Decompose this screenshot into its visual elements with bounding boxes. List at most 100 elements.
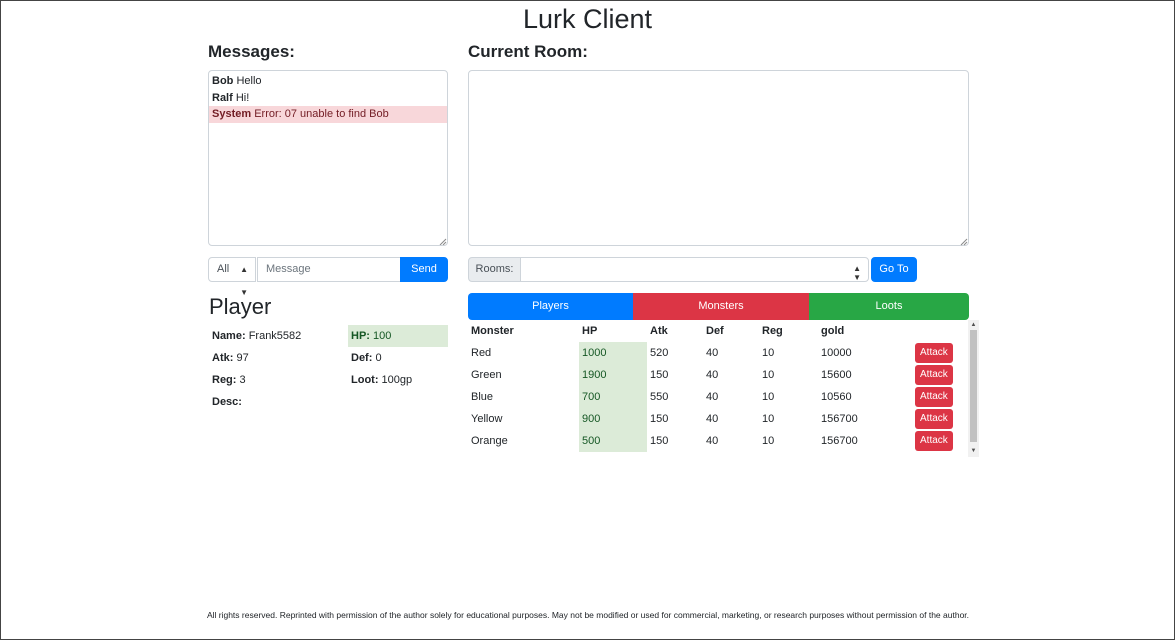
stat-label: HP: — [351, 330, 370, 342]
message-sender: Bob — [212, 75, 234, 87]
tab-loots[interactable]: Loots — [809, 293, 969, 320]
attack-button[interactable]: Attack — [915, 365, 953, 385]
table-row: Blue 700 550 40 10 10560 Attack — [468, 386, 968, 408]
message-input[interactable]: Message — [257, 257, 401, 282]
monster-name: Orange — [471, 435, 508, 447]
scroll-thumb[interactable] — [970, 330, 977, 442]
error-message-item: System Error: 07 unable to find Bob — [209, 106, 447, 123]
stat-value: 97 — [236, 352, 249, 364]
send-button[interactable]: Send — [400, 257, 448, 282]
monster-def: 40 — [706, 435, 719, 447]
column-header: gold — [821, 325, 845, 337]
message-text: Hi! — [235, 91, 250, 104]
player-heading: Player — [209, 294, 272, 319]
action-cell: Attack — [912, 430, 968, 452]
monster-table: Monster HP Atk Def Reg gold Red 1000 520… — [468, 320, 968, 452]
go-to-button[interactable]: Go To — [871, 257, 917, 282]
action-cell: Attack — [912, 364, 968, 386]
column-header: HP — [582, 325, 598, 337]
table-header-row: Monster HP Atk Def Reg gold — [468, 320, 968, 342]
scroll-up-arrow-icon[interactable]: ▲ — [968, 321, 979, 330]
monster-hp: 700 — [579, 386, 647, 408]
player-desc-stat: Desc: — [209, 391, 242, 413]
current-room-display[interactable] — [468, 70, 969, 246]
stat-label: Loot: — [351, 374, 379, 386]
messages-log[interactable]: Bob Hello Ralf Hi! System Error: 07 unab… — [208, 70, 448, 246]
player-loot-stat: Loot: 100gp — [348, 369, 412, 391]
tab-players[interactable]: Players — [468, 293, 633, 320]
attack-button[interactable]: Attack — [915, 431, 953, 451]
monster-def: 40 — [706, 391, 719, 403]
column-header: Atk — [650, 325, 668, 337]
attack-button[interactable]: Attack — [915, 387, 953, 407]
monster-gold: 15600 — [821, 369, 852, 381]
table-scrollbar[interactable]: ▲ ▼ — [968, 320, 979, 457]
action-cell: Attack — [912, 386, 968, 408]
monster-hp: 500 — [579, 430, 647, 452]
column-header: Def — [706, 325, 724, 337]
tab-monsters[interactable]: Monsters — [633, 293, 809, 320]
stat-label: Reg: — [212, 374, 237, 386]
monster-atk: 520 — [650, 347, 669, 359]
action-cell: Attack — [912, 342, 968, 364]
resize-grip-icon[interactable] — [960, 237, 968, 246]
column-header — [912, 320, 968, 342]
table-row: Green 1900 150 40 10 15600 Attack — [468, 364, 968, 386]
monster-gold: 156700 — [821, 413, 858, 425]
stat-label: Atk: — [212, 352, 234, 364]
monster-name: Blue — [471, 391, 494, 403]
table-row: Yellow 900 150 40 10 156700 Attack — [468, 408, 968, 430]
monster-reg: 10 — [762, 391, 775, 403]
column-header: Monster — [471, 325, 514, 337]
monster-reg: 10 — [762, 369, 775, 381]
player-hp-stat: HP: 100 — [348, 325, 448, 347]
table-row: Orange 500 150 40 10 156700 Attack — [468, 430, 968, 452]
monster-name: Green — [471, 369, 502, 381]
monster-hp: 900 — [579, 408, 647, 430]
player-reg-stat: Reg: 3 — [209, 369, 246, 391]
stat-value: 100gp — [381, 374, 413, 386]
message-sender: System — [212, 108, 252, 120]
stat-label: Name: — [212, 330, 246, 342]
monster-gold: 156700 — [821, 435, 858, 447]
monster-atk: 550 — [650, 391, 669, 403]
resize-grip-icon[interactable] — [439, 237, 447, 245]
message-sender: Ralf — [212, 91, 233, 104]
player-name-stat: Name: Frank5582 — [209, 325, 301, 347]
table-row: Red 1000 520 40 10 10000 Attack — [468, 342, 968, 364]
stat-value: 0 — [375, 352, 382, 364]
attack-button[interactable]: Attack — [915, 343, 953, 363]
stat-label: Def: — [351, 352, 373, 364]
select-caret-icon: ▲ ▼ — [853, 264, 861, 282]
rooms-select[interactable]: ▲ ▼ — [520, 257, 869, 282]
footer-notice: All rights reserved. Reprinted with perm… — [206, 610, 970, 620]
current-room-heading: Current Room: — [468, 42, 588, 61]
entity-tabs: Players Monsters Loots — [468, 293, 969, 320]
attack-button[interactable]: Attack — [915, 409, 953, 429]
monster-name: Red — [471, 347, 492, 359]
monster-hp: 1000 — [579, 342, 647, 364]
rooms-label: Rooms: — [468, 257, 521, 282]
monster-gold: 10000 — [821, 347, 852, 359]
messages-heading: Messages: — [208, 42, 295, 61]
stat-label: Desc: — [212, 396, 242, 408]
monster-atk: 150 — [650, 369, 669, 381]
recipient-select[interactable]: All ▲ ▼ — [208, 257, 256, 297]
stat-value: 3 — [239, 374, 246, 386]
monster-atk: 150 — [650, 413, 669, 425]
monster-reg: 10 — [762, 435, 775, 447]
stat-value: Frank5582 — [248, 330, 302, 342]
stat-value: 100 — [373, 330, 392, 342]
recipient-selected-value: All — [217, 263, 230, 275]
monster-gold: 10560 — [821, 391, 852, 403]
app-title: Lurk Client — [522, 4, 653, 34]
message-item: Ralf Hi! — [209, 90, 447, 107]
monster-def: 40 — [706, 369, 719, 381]
action-cell: Attack — [912, 408, 968, 430]
message-text: Error: 07 unable to find Bob — [254, 108, 389, 120]
monster-reg: 10 — [762, 413, 775, 425]
player-def-stat: Def: 0 — [348, 347, 382, 369]
monster-name: Yellow — [471, 413, 503, 425]
monster-def: 40 — [706, 413, 719, 425]
scroll-down-arrow-icon[interactable]: ▼ — [968, 447, 979, 456]
